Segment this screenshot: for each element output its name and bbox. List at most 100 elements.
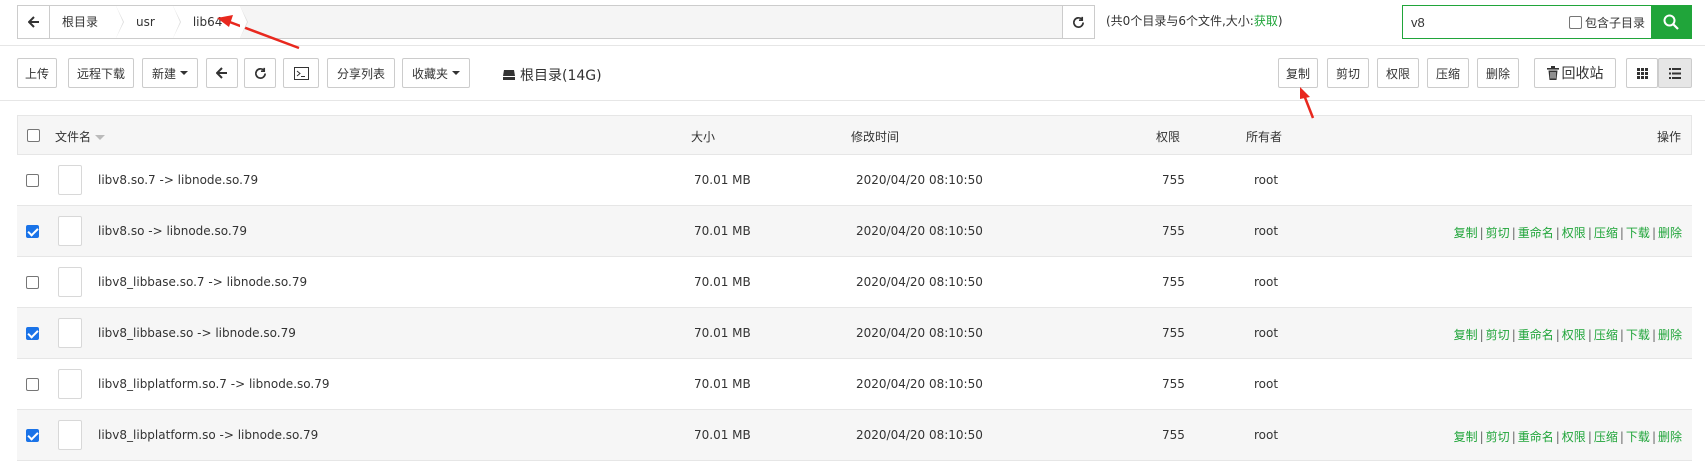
file-permission[interactable]: 755 [1162,173,1185,187]
file-size: 70.01 MB [694,275,751,289]
search-input[interactable] [1403,6,1569,38]
share-list-button[interactable]: 分享列表 [327,58,395,88]
file-mtime: 2020/04/20 08:10:50 [856,275,983,289]
row-action-delete-link[interactable]: 删除 [1658,226,1682,240]
include-subdir-toggle[interactable]: 包含子目录 [1568,6,1651,38]
cut-button[interactable]: 剪切 [1327,58,1369,88]
table-row[interactable]: libv8_libplatform.so.7 -> libnode.so.79 7… [17,359,1692,410]
row-action-cut-link[interactable]: 剪切 [1486,430,1510,444]
row-action-delete-link[interactable]: 删除 [1658,328,1682,342]
divider [0,100,1705,101]
go-back-button[interactable] [206,58,238,88]
row-checkbox[interactable] [26,174,39,187]
include-subdir-checkbox[interactable] [1568,15,1582,29]
header-actions: 操作 [1656,130,1681,144]
action-separator: | [1511,328,1516,342]
refresh-icon [1073,16,1084,28]
grid-view-button[interactable] [1626,58,1658,88]
list-view-button[interactable] [1658,58,1692,88]
get-size-link[interactable]: 获取 [1254,14,1278,28]
file-name[interactable]: libv8.so.7 -> libnode.so.79 [98,173,258,187]
file-owner[interactable]: root [1254,224,1278,238]
file-permission[interactable]: 755 [1162,377,1185,391]
file-owner[interactable]: root [1254,428,1278,442]
copy-button[interactable]: 复制 [1278,58,1318,88]
search-button[interactable] [1651,6,1691,38]
file-name[interactable]: libv8_libplatform.so.7 -> libnode.so.79 [98,377,329,391]
file-permission[interactable]: 755 [1162,428,1185,442]
row-checkbox[interactable] [26,378,39,391]
back-button[interactable] [18,6,50,38]
row-action-rename-link[interactable]: 重命名 [1518,328,1554,342]
row-action-copy-link[interactable]: 复制 [1454,226,1478,240]
terminal-button[interactable] [283,58,319,88]
favorites-dropdown-button[interactable]: 收藏夹 [402,58,470,88]
file-icon [58,165,82,195]
file-permission[interactable]: 755 [1162,224,1185,238]
summary-text: (共0个目录与6个文件,大小: [1106,14,1254,28]
row-action-rename-link[interactable]: 重命名 [1518,226,1554,240]
row-action-download-link[interactable]: 下载 [1626,226,1650,240]
remote-download-button[interactable]: 远程下载 [68,58,134,88]
row-checkbox[interactable] [26,225,39,238]
row-action-cut-link[interactable]: 剪切 [1486,226,1510,240]
file-owner[interactable]: root [1254,377,1278,391]
table-row[interactable]: libv8_libbase.so -> libnode.so.79 70.01 M… [17,308,1692,359]
table-row[interactable]: libv8_libplatform.so -> libnode.so.79 70.… [17,410,1692,461]
trash-icon [1546,66,1559,80]
row-checkbox[interactable] [26,327,39,340]
select-all-checkbox[interactable] [27,129,40,142]
row-actions: 复制 | 剪切 | 重命名 | 权限 | 压缩 | 下载 | 删除 [1454,326,1682,343]
file-name[interactable]: libv8_libbase.so.7 -> libnode.so.79 [98,275,307,289]
row-action-permission-link[interactable]: 权限 [1562,328,1586,342]
row-action-copy-link[interactable]: 复制 [1454,328,1478,342]
row-action-permission-link[interactable]: 权限 [1562,226,1586,240]
row-checkbox[interactable] [26,429,39,442]
file-mtime: 2020/04/20 08:10:50 [856,326,983,340]
file-permission[interactable]: 755 [1162,275,1185,289]
recycle-bin-button[interactable]: 回收站 [1534,58,1616,88]
row-action-delete-link[interactable]: 删除 [1658,430,1682,444]
file-icon [58,267,82,297]
row-action-download-link[interactable]: 下载 [1626,430,1650,444]
new-dropdown-button[interactable]: 新建 [142,58,198,88]
delete-button[interactable]: 删除 [1477,58,1519,88]
upload-button[interactable]: 上传 [17,58,57,88]
compress-button[interactable]: 压缩 [1427,58,1469,88]
file-name[interactable]: libv8_libbase.so -> libnode.so.79 [98,326,296,340]
row-action-permission-link[interactable]: 权限 [1562,430,1586,444]
row-action-compress-link[interactable]: 压缩 [1594,226,1618,240]
header-name[interactable]: 文件名 [55,128,106,145]
row-checkbox[interactable] [26,276,39,289]
header-name-label: 文件名 [55,130,92,144]
table-row[interactable]: libv8_libbase.so.7 -> libnode.so.79 70.01… [17,257,1692,308]
path-refresh-button[interactable] [1062,6,1094,38]
header-mtime[interactable]: 修改时间 [851,128,899,145]
row-action-cut-link[interactable]: 剪切 [1486,328,1510,342]
row-action-download-link[interactable]: 下载 [1626,328,1650,342]
permission-button[interactable]: 权限 [1377,58,1419,88]
table-row[interactable]: libv8.so -> libnode.so.79 70.01 MB 2020/04… [17,206,1692,257]
file-icon [58,318,82,348]
disk-indicator[interactable]: 根目录(14G) [502,65,602,85]
file-owner[interactable]: root [1254,326,1278,340]
header-size[interactable]: 大小 [691,128,715,145]
action-separator: | [1555,328,1560,342]
action-separator: | [1619,328,1624,342]
breadcrumb-item-usr[interactable]: usr [116,6,181,38]
row-action-compress-link[interactable]: 压缩 [1594,328,1618,342]
refresh-button[interactable] [244,58,276,88]
breadcrumb-item-root[interactable]: 根目录 [50,6,125,38]
file-name[interactable]: libv8_libplatform.so -> libnode.so.79 [98,428,318,442]
file-owner[interactable]: root [1254,275,1278,289]
row-action-rename-link[interactable]: 重命名 [1518,430,1554,444]
table-row[interactable]: libv8.so.7 -> libnode.so.79 70.01 MB 2020/… [17,155,1692,206]
row-action-compress-link[interactable]: 压缩 [1594,430,1618,444]
file-owner[interactable]: root [1254,173,1278,187]
sort-caret-icon [95,135,106,140]
include-subdir-label: 包含子目录 [1584,15,1645,30]
action-separator: | [1511,430,1516,444]
row-action-copy-link[interactable]: 复制 [1454,430,1478,444]
file-permission[interactable]: 755 [1162,326,1185,340]
file-name[interactable]: libv8.so -> libnode.so.79 [98,224,247,238]
